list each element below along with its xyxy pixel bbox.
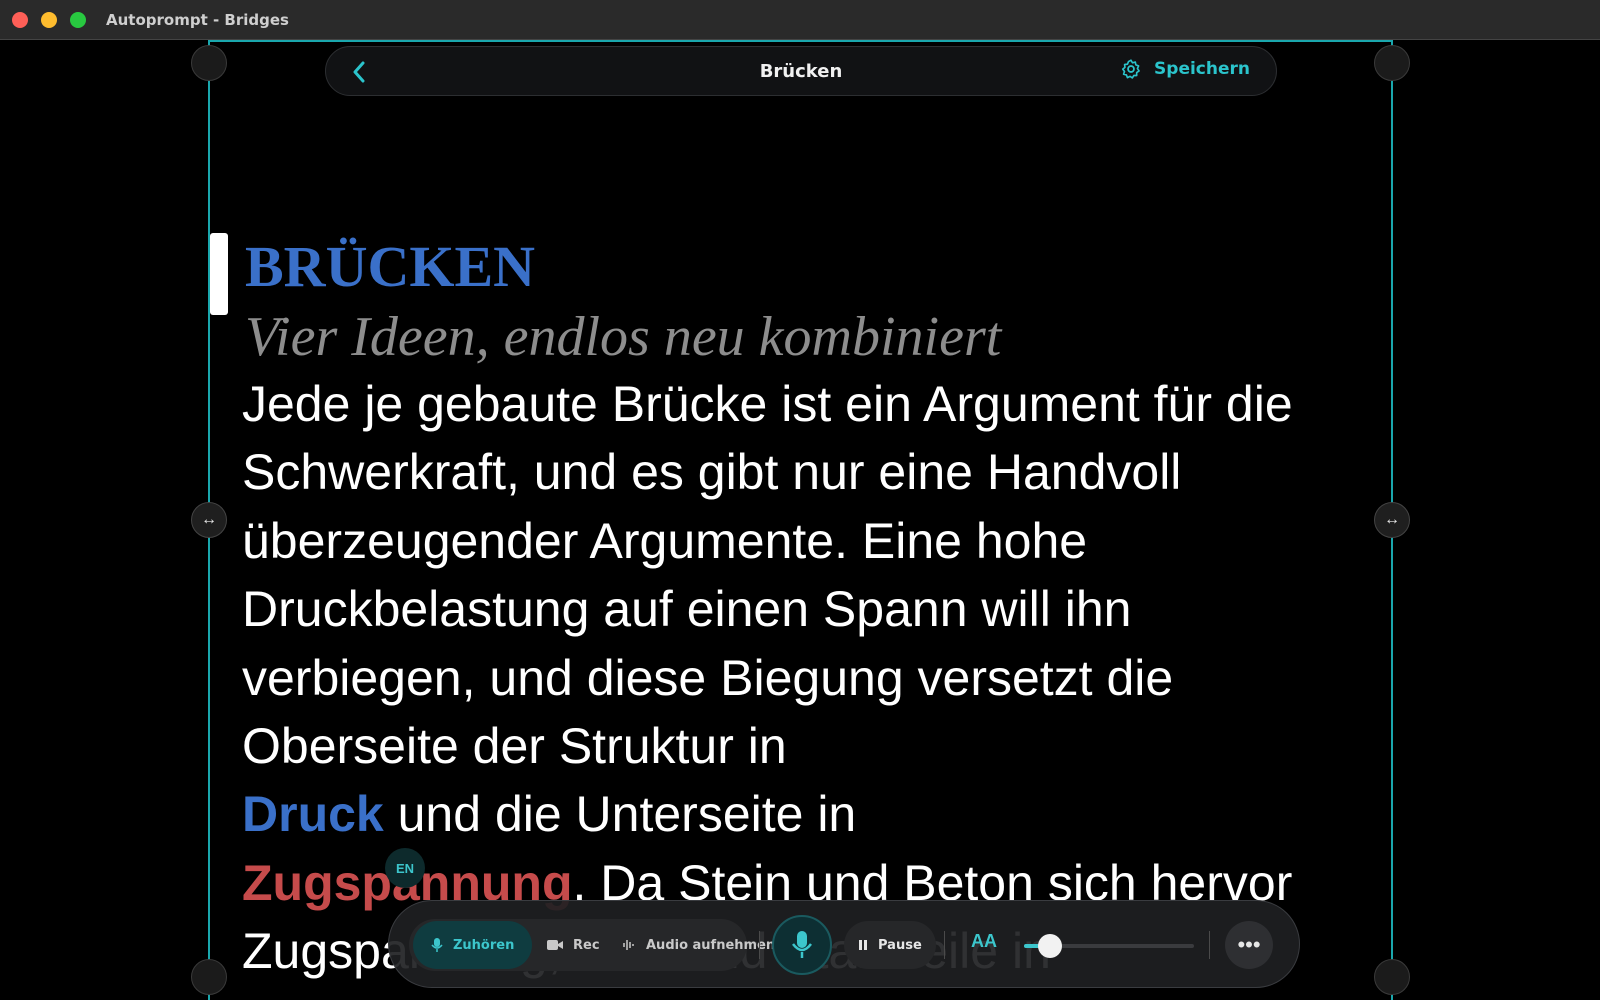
resize-handle-top-right[interactable]	[1374, 45, 1410, 81]
microphone-icon	[431, 938, 443, 952]
save-label: Speichern	[1154, 59, 1250, 79]
resize-handle-bottom-left[interactable]	[191, 959, 227, 995]
record-audio-button[interactable]: Audio aufnehmen	[614, 921, 783, 969]
window-titlebar: Autoprompt - Bridges	[0, 0, 1600, 40]
listen-label: Zuhören	[453, 937, 515, 953]
document-heading: BRÜCKEN	[245, 234, 536, 299]
control-toolbar: Zuhören Rec Audio aufnehmen Pause AA •••	[388, 900, 1300, 988]
close-window-button[interactable]	[12, 12, 28, 28]
highlighted-term-compression: Druck	[242, 786, 384, 843]
audio-label: Audio aufnehmen	[646, 937, 776, 953]
microphone-icon	[792, 931, 812, 958]
minimize-window-button[interactable]	[41, 12, 57, 28]
resize-horizontal-icon: ↔	[1384, 511, 1400, 528]
paragraph-text: und die Unterseite in	[383, 786, 857, 843]
resize-handle-left[interactable]: ↔	[191, 502, 227, 538]
font-size-icon: AA	[971, 931, 997, 951]
paragraph-text: Jede je gebaute Brücke ist ein Argument …	[242, 376, 1293, 775]
save-button[interactable]: Speichern	[1120, 58, 1250, 80]
more-options-button[interactable]: •••	[1225, 921, 1273, 969]
resize-handle-right[interactable]: ↔	[1374, 502, 1410, 538]
microphone-button[interactable]	[772, 915, 832, 975]
body-paragraph: Jede je gebaute Brücke ist ein Argument …	[242, 370, 1370, 986]
font-size-slider[interactable]	[1024, 934, 1194, 958]
document-header-bar: Brücken Speichern	[325, 46, 1277, 96]
resize-handle-bottom-right[interactable]	[1374, 959, 1410, 995]
prompter-frame-top	[208, 40, 1393, 42]
toolbar-divider	[944, 931, 945, 959]
video-camera-icon	[547, 940, 563, 950]
listen-mode-button[interactable]: Zuhören	[413, 921, 533, 969]
record-video-button[interactable]: Rec	[539, 921, 608, 969]
pause-label: Pause	[878, 937, 922, 953]
window-title: Autoprompt - Bridges	[106, 11, 289, 29]
reading-position-marker	[210, 233, 228, 315]
rec-label: Rec	[573, 937, 600, 953]
pause-button[interactable]: Pause	[844, 921, 936, 969]
pause-icon	[859, 940, 867, 950]
zoom-window-button[interactable]	[70, 12, 86, 28]
toolbar-divider	[759, 931, 760, 959]
toolbar-divider	[1209, 931, 1210, 959]
language-badge[interactable]: EN	[385, 848, 425, 888]
slider-thumb[interactable]	[1037, 934, 1062, 958]
waveform-icon	[623, 940, 634, 950]
resize-handle-top-left[interactable]	[191, 45, 227, 81]
ellipsis-icon: •••	[1237, 932, 1261, 957]
resize-horizontal-icon: ↔	[201, 511, 217, 528]
gear-icon	[1121, 59, 1140, 79]
document-subheading: Vier Ideen, endlos neu kombiniert	[245, 306, 1002, 368]
